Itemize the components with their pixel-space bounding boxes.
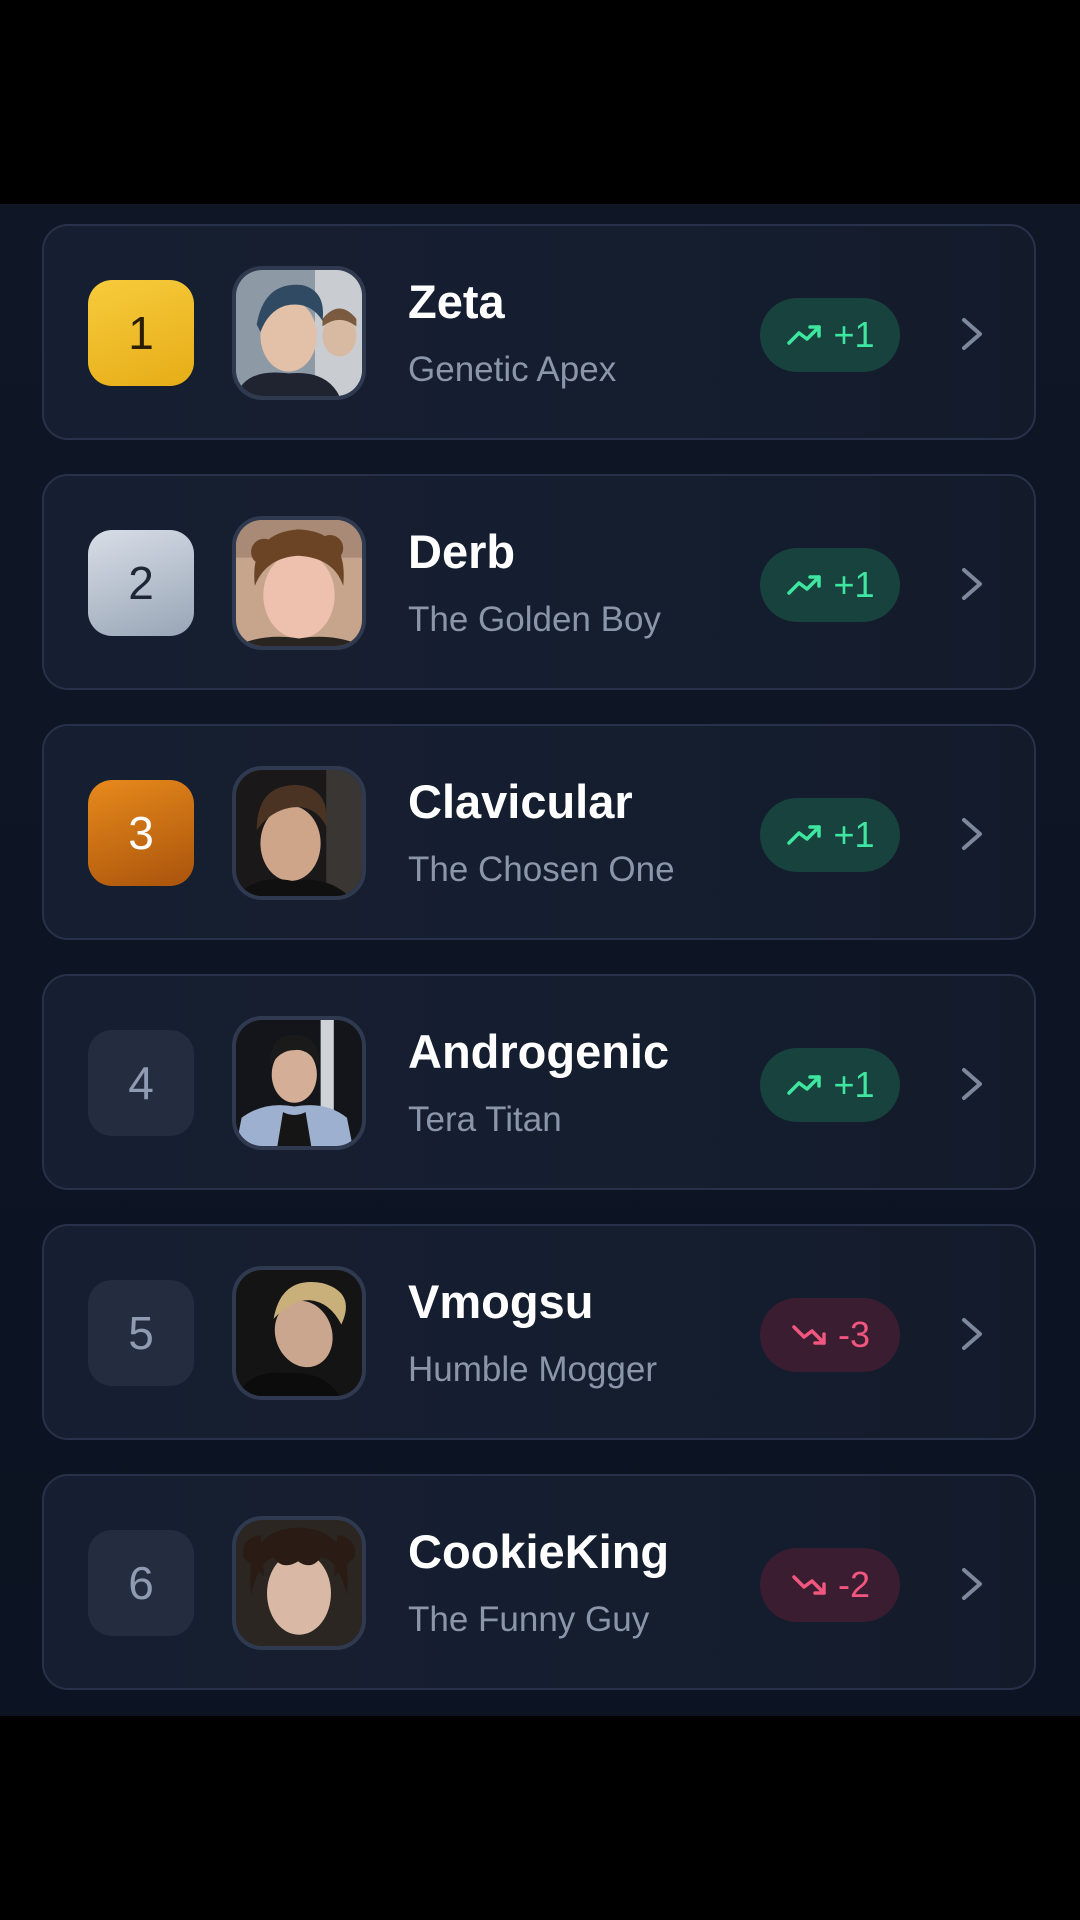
player-title: Humble Mogger	[408, 1350, 657, 1389]
rank-change-badge: +1	[760, 548, 900, 622]
trending-up-icon	[787, 325, 822, 345]
bottom-letterbox	[0, 1716, 1080, 1920]
rank-badge: 2	[88, 530, 194, 636]
rank-badge: 1	[88, 280, 194, 386]
trending-down-icon	[792, 1325, 826, 1345]
rank-change-value: -2	[837, 1564, 870, 1605]
player-name: Androgenic	[408, 1025, 670, 1078]
player-title: Genetic Apex	[408, 350, 617, 389]
rank-change-value: +1	[833, 814, 875, 855]
trending-down-icon	[792, 1575, 826, 1595]
avatar	[232, 1516, 366, 1650]
rank-change-value: +1	[833, 314, 875, 355]
chevron-right-icon[interactable]	[952, 812, 992, 856]
player-name: CookieKing	[408, 1525, 670, 1578]
rank-badge: 6	[88, 1530, 194, 1636]
avatar	[232, 266, 366, 400]
chevron-right-icon[interactable]	[952, 562, 992, 606]
player-title: The Chosen One	[408, 850, 675, 889]
avatar	[232, 766, 366, 900]
chevron-right-icon[interactable]	[952, 1312, 992, 1356]
trending-up-icon	[787, 1075, 822, 1095]
player-title: The Funny Guy	[408, 1600, 650, 1639]
rank-change-badge: +1	[760, 798, 900, 872]
leaderboard-row[interactable]: 2 Derb The Golden Boy +1	[42, 474, 1036, 690]
rank-change-value: +1	[833, 564, 875, 605]
trending-up-icon	[787, 575, 822, 595]
player-name: Zeta	[408, 275, 505, 328]
leaderboard-row[interactable]: 3 Clavicular The Chosen One +1	[42, 724, 1036, 940]
rank-badge: 4	[88, 1030, 194, 1136]
avatar	[232, 516, 366, 650]
chevron-right-icon[interactable]	[952, 1062, 992, 1106]
player-name: Derb	[408, 525, 516, 578]
avatar	[232, 1266, 366, 1400]
player-title: The Golden Boy	[408, 600, 661, 639]
player-name: Vmogsu	[408, 1275, 594, 1328]
rank-change-value: -3	[837, 1314, 870, 1355]
leaderboard-row[interactable]: 5 Vmogsu Humble Mogger -3	[42, 1224, 1036, 1440]
rank-change-badge: +1	[760, 1048, 900, 1122]
chevron-right-icon[interactable]	[952, 1562, 992, 1606]
leaderboard-panel: 1 Zeta Genetic Apex +1 2 Derb The Golden…	[0, 204, 1080, 1716]
leaderboard-row[interactable]: 1 Zeta Genetic Apex +1	[42, 224, 1036, 440]
rank-badge: 5	[88, 1280, 194, 1386]
rank-change-badge: -2	[760, 1548, 900, 1622]
trending-up-icon	[787, 825, 822, 845]
rank-change-badge: -3	[760, 1298, 900, 1372]
chevron-right-icon[interactable]	[952, 312, 992, 356]
player-name: Clavicular	[408, 775, 633, 828]
player-title: Tera Titan	[408, 1100, 562, 1139]
leaderboard-row[interactable]: 6 CookieKing The Funny Guy -2	[42, 1474, 1036, 1690]
avatar	[232, 1016, 366, 1150]
rank-badge: 3	[88, 780, 194, 886]
rank-change-value: +1	[833, 1064, 875, 1105]
leaderboard-row[interactable]: 4 Androgenic Tera Titan +1	[42, 974, 1036, 1190]
rank-change-badge: +1	[760, 298, 900, 372]
